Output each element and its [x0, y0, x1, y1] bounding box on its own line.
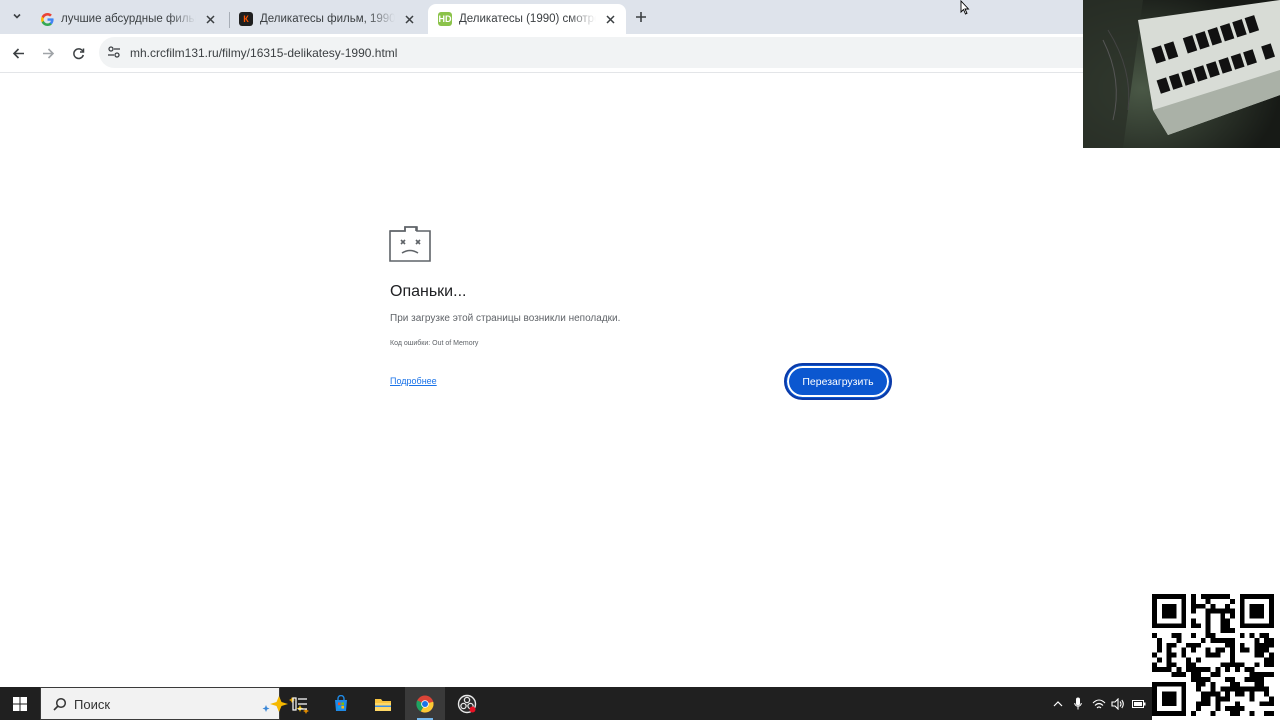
chrome-icon: [416, 695, 434, 713]
tab-title: лучшие абсурдные фильмы: [61, 13, 196, 25]
battery-icon: [1132, 699, 1146, 708]
tab-strip: лучшие абсурдные фильмы К Деликатесы фил…: [0, 0, 1083, 34]
google-favicon: [40, 12, 54, 26]
site-settings-icon[interactable]: [107, 45, 121, 59]
mouse-cursor-icon: [960, 0, 970, 15]
qr-code-image: [1152, 594, 1274, 716]
volume-icon: [1111, 697, 1124, 710]
back-button[interactable]: [7, 42, 29, 64]
chrome-taskbar-button[interactable]: [405, 687, 445, 720]
close-icon: [404, 14, 414, 24]
arrow-right-icon: [42, 47, 54, 59]
start-button[interactable]: [0, 687, 40, 720]
obs-icon: [457, 694, 477, 713]
browser-toolbar: mh.crcfilm131.ru/filmy/16315-delikatesy-…: [0, 34, 1089, 73]
new-tab-button[interactable]: [631, 7, 651, 27]
microsoft-store-button[interactable]: [321, 687, 361, 720]
microphone-icon: [1074, 697, 1082, 710]
forward-button[interactable]: [37, 42, 59, 64]
chevron-up-icon: [1053, 700, 1063, 706]
tab-google-search[interactable]: лучшие абсурдные фильмы: [30, 4, 226, 34]
taskbar-search-box[interactable]: Поиск: [40, 687, 309, 720]
tab-close-button[interactable]: [202, 11, 218, 27]
search-icon: [53, 697, 67, 711]
error-message: При загрузке этой страницы возникли непо…: [390, 313, 621, 324]
url-text: mh.crcfilm131.ru/filmy/16315-delikatesy-…: [130, 46, 398, 60]
sad-tab-icon: [389, 226, 431, 262]
task-view-button[interactable]: [280, 687, 320, 720]
tab-search-button[interactable]: [6, 5, 28, 27]
error-heading: Опаньки...: [390, 283, 467, 300]
file-explorer-button[interactable]: [363, 687, 403, 720]
close-icon: [205, 14, 215, 24]
error-code: Код ошибки: Out of Memory: [390, 340, 479, 347]
tab-title: Деликатесы (1990) смотреть о: [459, 13, 596, 25]
close-icon: [605, 14, 615, 24]
learn-more-link[interactable]: Подробнее: [390, 376, 437, 386]
search-placeholder: Поиск: [74, 697, 111, 712]
windows-taskbar: Поиск: [0, 687, 1152, 720]
arrow-left-icon: [12, 47, 24, 59]
tab-title: Деликатесы фильм, 1990, дата: [260, 13, 395, 25]
webcam-overlay: [1083, 0, 1280, 148]
task-view-icon: [292, 696, 307, 711]
refresh-icon: [72, 47, 84, 59]
windows-logo-icon: [13, 696, 27, 711]
chevron-down-icon: [13, 13, 21, 19]
kinopoisk-favicon: К: [239, 12, 253, 26]
plus-icon: [636, 12, 646, 22]
address-bar[interactable]: mh.crcfilm131.ru/filmy/16315-delikatesy-…: [99, 37, 1089, 68]
volume-tray-button[interactable]: [1108, 687, 1128, 720]
network-tray-button[interactable]: [1089, 687, 1109, 720]
wifi-icon: [1092, 698, 1106, 708]
tab-close-button[interactable]: [401, 11, 417, 27]
microsoft-store-icon: [335, 694, 347, 711]
file-explorer-icon: [375, 698, 391, 711]
tab-kinopoisk[interactable]: К Деликатесы фильм, 1990, дата: [229, 4, 425, 34]
hd-favicon: HD: [438, 12, 452, 26]
tab-delikatesy-active[interactable]: HD Деликатесы (1990) смотреть о: [428, 4, 626, 34]
tab-close-button[interactable]: [602, 11, 618, 27]
reload-button[interactable]: Перезагрузить: [784, 363, 892, 400]
show-hidden-icons-button[interactable]: [1048, 687, 1068, 720]
microphone-tray-button[interactable]: [1068, 687, 1088, 720]
webcam-feed-image: [1083, 0, 1280, 148]
battery-tray-button[interactable]: [1129, 687, 1149, 720]
reload-toolbar-button[interactable]: [67, 42, 89, 64]
obs-taskbar-button[interactable]: [447, 687, 487, 720]
